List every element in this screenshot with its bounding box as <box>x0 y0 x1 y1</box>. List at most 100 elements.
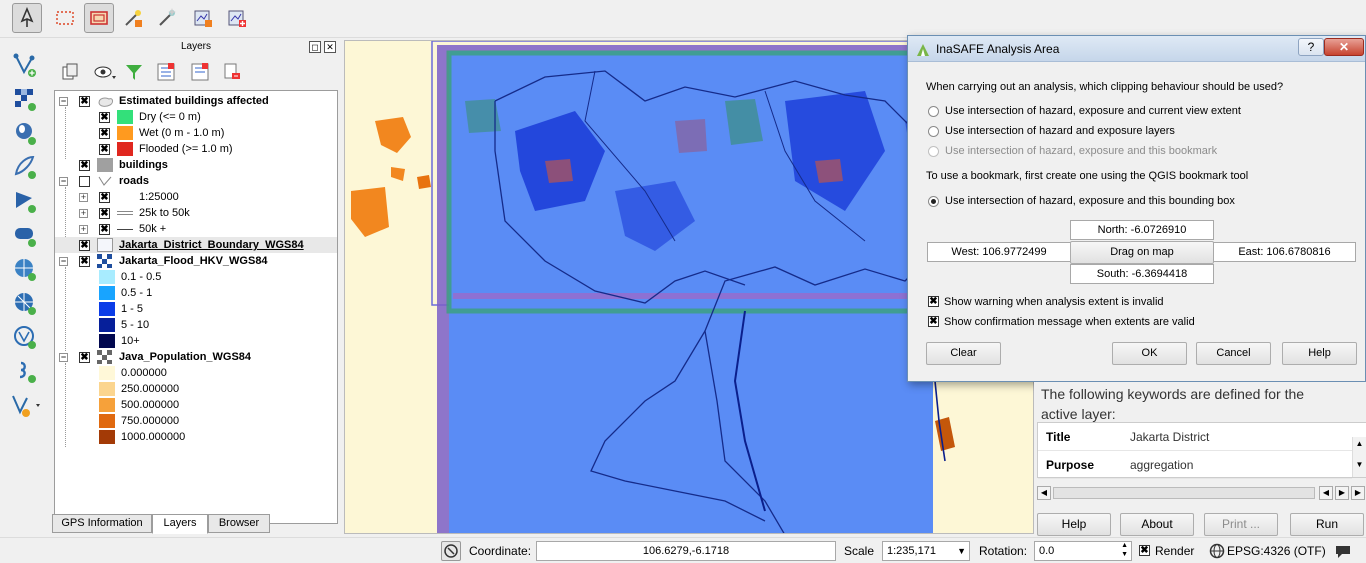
south-field[interactable]: South: -6.3694418 <box>1070 264 1214 284</box>
filter-legend-icon[interactable] <box>124 62 144 82</box>
option-layers-radio[interactable] <box>928 126 939 137</box>
confirm-valid-label[interactable]: Show confirmation message when extents a… <box>944 316 1195 328</box>
scroll-down-icon[interactable]: ▼ <box>1353 460 1366 469</box>
layer-visibility-checkbox[interactable]: ✖ <box>79 96 90 107</box>
ok-button[interactable]: OK <box>1112 342 1187 365</box>
add-wfs-layer-icon[interactable] <box>10 322 40 352</box>
polygon-layer-icon <box>98 97 113 107</box>
tab-gps-information[interactable]: GPS Information <box>52 514 152 533</box>
add-oracle-layer-icon[interactable] <box>10 220 40 250</box>
scroll-thumb[interactable] <box>1053 487 1315 499</box>
panel-tabs: GPS Information Layers Browser <box>52 514 340 534</box>
about-button[interactable]: About <box>1120 513 1194 536</box>
inasafe-report-icon[interactable] <box>188 3 218 33</box>
legend-checkbox[interactable]: ✖ <box>99 144 110 155</box>
warn-invalid-checkbox[interactable]: ✖ <box>928 296 939 307</box>
bookmark-note: To use a bookmark, first create one usin… <box>926 170 1249 182</box>
legend-label: Flooded (>= 1.0 m) <box>139 143 233 155</box>
remove-layer-icon[interactable] <box>222 62 242 82</box>
add-spatialite-layer-icon[interactable] <box>10 152 40 182</box>
layer-visibility-checkbox[interactable]: ✖ <box>79 160 90 171</box>
cancel-button[interactable]: Cancel <box>1196 342 1271 365</box>
warn-invalid-label[interactable]: Show warning when analysis extent is inv… <box>944 296 1164 308</box>
clear-button[interactable]: Clear <box>926 342 1001 365</box>
manage-visibility-icon[interactable] <box>94 62 116 82</box>
add-wcs-layer-icon[interactable] <box>10 288 40 318</box>
add-raster-layer-icon[interactable] <box>10 84 40 114</box>
scroll-up-icon[interactable]: ▲ <box>1353 439 1366 448</box>
crs-globe-icon[interactable] <box>1209 543 1225 559</box>
add-delimited-text-icon[interactable] <box>10 356 40 386</box>
legend-checkbox[interactable]: ✖ <box>99 224 110 235</box>
add-postgis-layer-icon[interactable] <box>10 118 40 148</box>
collapse-icon[interactable]: − <box>59 257 68 266</box>
layer-visibility-checkbox[interactable]: ✖ <box>79 256 90 267</box>
crs-label[interactable]: EPSG:4326 (OTF) <box>1227 544 1326 558</box>
collapse-all-icon[interactable] <box>190 62 210 82</box>
east-field[interactable]: East: 106.6780816 <box>1213 242 1356 262</box>
pan-map-icon[interactable] <box>12 3 42 33</box>
inasafe-add-layer-icon[interactable] <box>222 3 252 33</box>
new-shapefile-icon[interactable] <box>10 390 40 420</box>
collapse-icon[interactable]: − <box>59 177 68 186</box>
add-group-icon[interactable] <box>60 62 80 82</box>
render-label[interactable]: Render <box>1155 544 1194 558</box>
layer-visibility-checkbox[interactable]: ✖ <box>79 240 90 251</box>
west-field[interactable]: West: 106.9772499 <box>927 242 1071 262</box>
vertical-scrollbar[interactable]: ▲ ▼ <box>1352 437 1366 477</box>
legend-swatch <box>99 302 115 316</box>
legend-checkbox[interactable]: ✖ <box>99 192 110 203</box>
expand-icon[interactable]: + <box>79 193 88 202</box>
toggle-extents-icon[interactable] <box>441 541 461 561</box>
tab-browser[interactable]: Browser <box>208 514 270 533</box>
scale-select[interactable]: 1:235,171 ▼ <box>882 541 970 561</box>
legend-checkbox[interactable]: ✖ <box>99 208 110 219</box>
rotation-field[interactable]: 0.0 ▲ ▼ <box>1034 541 1132 561</box>
close-panel-icon[interactable]: ✕ <box>324 41 336 53</box>
close-dialog-button[interactable]: ✕ <box>1324 38 1364 56</box>
chevron-down-icon[interactable]: ▼ <box>957 542 966 560</box>
north-field[interactable]: North: -6.0726910 <box>1070 220 1214 240</box>
expand-icon[interactable]: + <box>79 225 88 234</box>
drag-on-map-button[interactable]: Drag on map <box>1070 241 1214 264</box>
scroll-right-icon[interactable]: ▶ <box>1351 486 1365 500</box>
collapse-icon[interactable]: − <box>59 353 68 362</box>
collapse-icon[interactable]: − <box>59 97 68 106</box>
legend-checkbox[interactable]: ✖ <box>99 128 110 139</box>
legend-checkbox[interactable]: ✖ <box>99 112 110 123</box>
render-checkbox[interactable]: ✖ <box>1139 545 1150 556</box>
float-panel-icon[interactable]: ◻ <box>309 41 321 53</box>
run-button[interactable]: Run <box>1290 513 1364 536</box>
option-bounding-box-radio[interactable] <box>928 196 939 207</box>
option-bounding-box-label[interactable]: Use intersection of hazard, exposure and… <box>945 195 1235 207</box>
dock-help-button[interactable]: Help <box>1037 513 1111 536</box>
inasafe-wizard-icon[interactable] <box>118 3 148 33</box>
expand-icon[interactable]: + <box>79 209 88 218</box>
spinner-arrows-icon[interactable]: ▲ ▼ <box>1121 541 1128 559</box>
layer-jakarta-district-boundary[interactable]: ✖ Jakarta_District_Boundary_WGS84 <box>55 237 337 253</box>
select-features-icon[interactable] <box>50 3 80 33</box>
add-vector-layer-icon[interactable] <box>10 50 40 80</box>
coordinate-field[interactable]: 106.6279,-6.1718 <box>536 541 836 561</box>
tab-layers[interactable]: Layers <box>152 514 208 534</box>
add-mssql-layer-icon[interactable] <box>10 186 40 216</box>
scroll-right-icon[interactable]: ▶ <box>1335 486 1349 500</box>
layer-visibility-checkbox[interactable] <box>79 176 90 187</box>
add-wms-layer-icon[interactable] <box>10 254 40 284</box>
option-view-extent-radio[interactable] <box>928 106 939 117</box>
help-title-button[interactable]: ? <box>1298 38 1324 56</box>
confirm-valid-checkbox[interactable]: ✖ <box>928 316 939 327</box>
legend-label: 500.000000 <box>121 399 180 411</box>
horizontal-scrollbar[interactable]: ◀ ◀ ▶ ▶ <box>1037 486 1366 500</box>
messages-icon[interactable] <box>1334 543 1352 559</box>
scroll-left-icon[interactable]: ◀ <box>1037 486 1051 500</box>
inasafe-magic-icon[interactable] <box>152 3 182 33</box>
scroll-left-icon[interactable]: ◀ <box>1319 486 1333 500</box>
layer-visibility-checkbox[interactable]: ✖ <box>79 352 90 363</box>
legend-swatch <box>117 110 133 124</box>
option-layers-label[interactable]: Use intersection of hazard and exposure … <box>945 125 1175 137</box>
option-view-extent-label[interactable]: Use intersection of hazard, exposure and… <box>945 105 1241 117</box>
help-button[interactable]: Help <box>1282 342 1357 365</box>
set-extent-icon[interactable] <box>84 3 114 33</box>
expand-all-icon[interactable] <box>156 62 176 82</box>
